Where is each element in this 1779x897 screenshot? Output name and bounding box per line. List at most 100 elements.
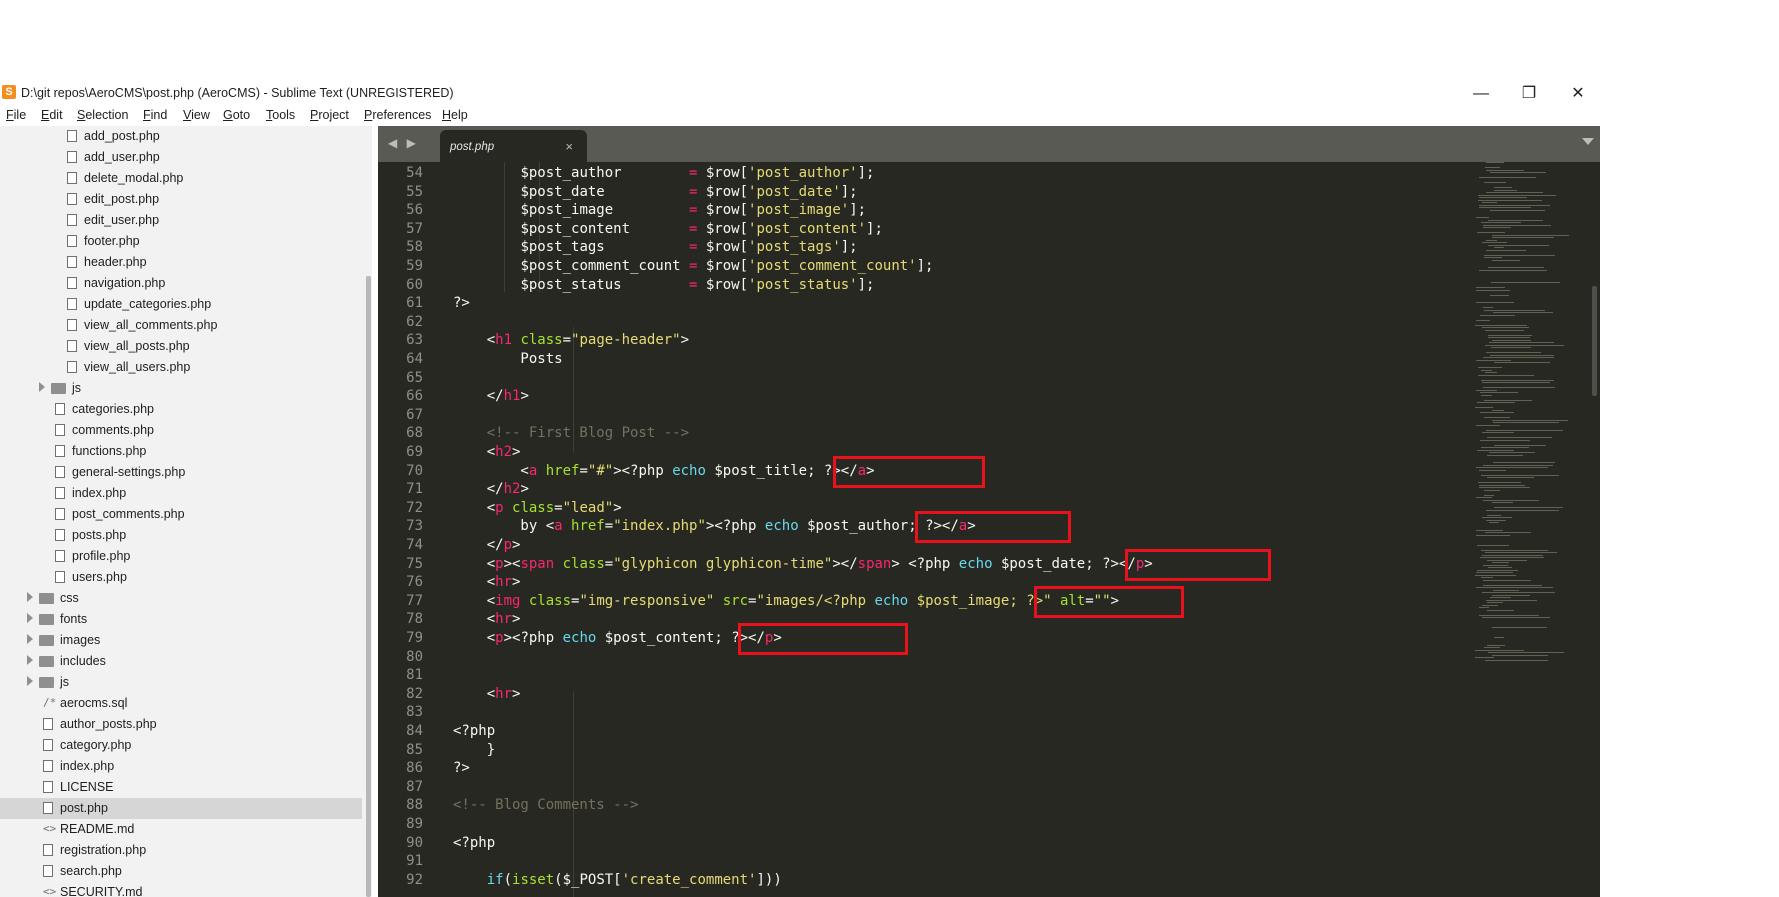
sidebar-item[interactable]: update_categories.php: [0, 294, 362, 315]
sidebar-item[interactable]: post_comments.php: [0, 504, 362, 525]
sidebar-item[interactable]: index.php: [0, 756, 362, 777]
sidebar-item[interactable]: author_posts.php: [0, 714, 362, 735]
menu-goto[interactable]: Goto: [223, 108, 250, 122]
minimap-line: [1492, 419, 1568, 421]
menu-help[interactable]: Help: [442, 108, 468, 122]
sidebar-item[interactable]: LICENSE: [0, 777, 362, 798]
minimap-line: [1484, 309, 1545, 311]
sidebar-item[interactable]: delete_modal.php: [0, 168, 362, 189]
minimap-line: [1482, 202, 1497, 203]
code-token: =: [689, 258, 706, 274]
tab-nav-arrows-icon[interactable]: ◀ ▶: [388, 136, 419, 150]
sidebar-item[interactable]: registration.php: [0, 840, 362, 861]
sidebar-item[interactable]: js: [0, 672, 362, 693]
sidebar-item[interactable]: search.php: [0, 861, 362, 882]
sidebar-item[interactable]: view_all_posts.php: [0, 336, 362, 357]
sidebar-item[interactable]: categories.php: [0, 399, 362, 420]
sidebar-item[interactable]: profile.php: [0, 546, 362, 567]
sidebar-scrollbar[interactable]: [366, 276, 371, 897]
menu-file[interactable]: File: [6, 108, 26, 122]
sidebar-item[interactable]: edit_post.php: [0, 189, 362, 210]
sidebar-item[interactable]: category.php: [0, 735, 362, 756]
menu-view[interactable]: View: [183, 108, 210, 122]
minimap[interactable]: [1470, 162, 1585, 897]
close-icon[interactable]: ✕: [1563, 84, 1593, 104]
sidebar-item[interactable]: post.php: [0, 798, 362, 819]
restore-icon[interactable]: ❐: [1514, 84, 1544, 104]
expand-arrow-icon[interactable]: [27, 676, 33, 686]
menu-find[interactable]: Find: [143, 108, 167, 122]
tab-close-icon[interactable]: ×: [565, 139, 573, 154]
expand-arrow-icon[interactable]: [27, 634, 33, 644]
code-token: $row[: [705, 183, 749, 200]
sidebar-item[interactable]: edit_user.php: [0, 210, 362, 231]
expand-arrow-icon[interactable]: [27, 592, 33, 602]
sidebar-item[interactable]: users.php: [0, 567, 362, 588]
minimap-line: [1485, 329, 1524, 331]
expand-arrow-icon[interactable]: [27, 655, 33, 665]
sidebar-item[interactable]: add_user.php: [0, 147, 362, 168]
sidebar-item[interactable]: view_all_users.php: [0, 357, 362, 378]
menu-tools[interactable]: Tools: [266, 108, 295, 122]
menu-project[interactable]: Project: [310, 108, 349, 122]
minimize-icon[interactable]: —: [1466, 84, 1496, 104]
line-number: 57: [406, 220, 423, 237]
minimap-line: [1485, 552, 1557, 553]
sidebar-item[interactable]: functions.php: [0, 441, 362, 462]
minimap-line: [1483, 584, 1542, 586]
minimap-line: [1492, 502, 1513, 503]
code-token: <: [453, 611, 496, 628]
file-icon: [43, 865, 53, 877]
minimap-line: [1492, 237, 1554, 238]
sidebar-item[interactable]: navigation.php: [0, 273, 362, 294]
code-token: ];: [866, 220, 883, 237]
sidebar-item[interactable]: css: [0, 588, 362, 609]
code-token: ];: [857, 165, 875, 181]
file-icon: [43, 781, 53, 793]
sidebar-item[interactable]: footer.php: [0, 231, 362, 252]
sidebar-item[interactable]: js: [0, 378, 362, 399]
minimap-line: [1485, 344, 1564, 346]
code-token: </: [453, 388, 504, 405]
sidebar-item[interactable]: <> README.md: [0, 819, 362, 840]
sidebar-item-label: navigation.php: [84, 276, 166, 290]
sidebar-item[interactable]: header.php: [0, 252, 362, 273]
code-token: ><?php: [705, 518, 765, 535]
minimap-line: [1492, 339, 1531, 341]
tab-post-php[interactable]: post.php ×: [440, 130, 587, 162]
file-icon: [55, 445, 65, 457]
sidebar-item[interactable]: /* aerocms.sql: [0, 693, 362, 714]
sidebar-item[interactable]: general-settings.php: [0, 462, 362, 483]
sidebar-item[interactable]: posts.php: [0, 525, 362, 546]
menu-edit[interactable]: Edit: [41, 108, 63, 122]
sidebar-item[interactable]: index.php: [0, 483, 362, 504]
editor-pane: ◀ ▶ post.php × 54 $post_author = $row['p…: [378, 126, 1600, 897]
sidebar-item[interactable]: add_post.php: [0, 126, 362, 147]
file-icon: [67, 130, 77, 142]
code-token: $post_tags: [520, 239, 690, 256]
expand-arrow-icon[interactable]: [39, 382, 45, 392]
minimap-line: [1483, 564, 1508, 566]
minimap-line: [1478, 367, 1502, 368]
minimap-line: [1486, 169, 1524, 171]
file-icon: [43, 739, 53, 751]
sidebar-item[interactable]: images: [0, 630, 362, 651]
code-token: $post_content: [520, 220, 690, 237]
code-token: span: [857, 555, 892, 572]
menu-preferences[interactable]: Preferences: [364, 108, 431, 122]
editor-scrollbar[interactable]: [1592, 286, 1597, 396]
sidebar-item[interactable]: view_all_comments.php: [0, 315, 362, 336]
minimap-line: [1487, 602, 1503, 603]
menu-selection[interactable]: Selection: [77, 108, 128, 122]
sidebar-item[interactable]: <> SECURITY.md: [0, 882, 362, 897]
code-area[interactable]: 54 $post_author = $row['post_author']; 55…: [378, 162, 1458, 897]
sidebar-item[interactable]: fonts: [0, 609, 362, 630]
minimap-line: [1476, 289, 1510, 291]
expand-arrow-icon[interactable]: [27, 613, 33, 623]
sidebar-item[interactable]: includes: [0, 651, 362, 672]
sidebar-item[interactable]: comments.php: [0, 420, 362, 441]
code-token: ];: [849, 202, 867, 219]
tab-dropdown-icon[interactable]: [1582, 138, 1594, 145]
